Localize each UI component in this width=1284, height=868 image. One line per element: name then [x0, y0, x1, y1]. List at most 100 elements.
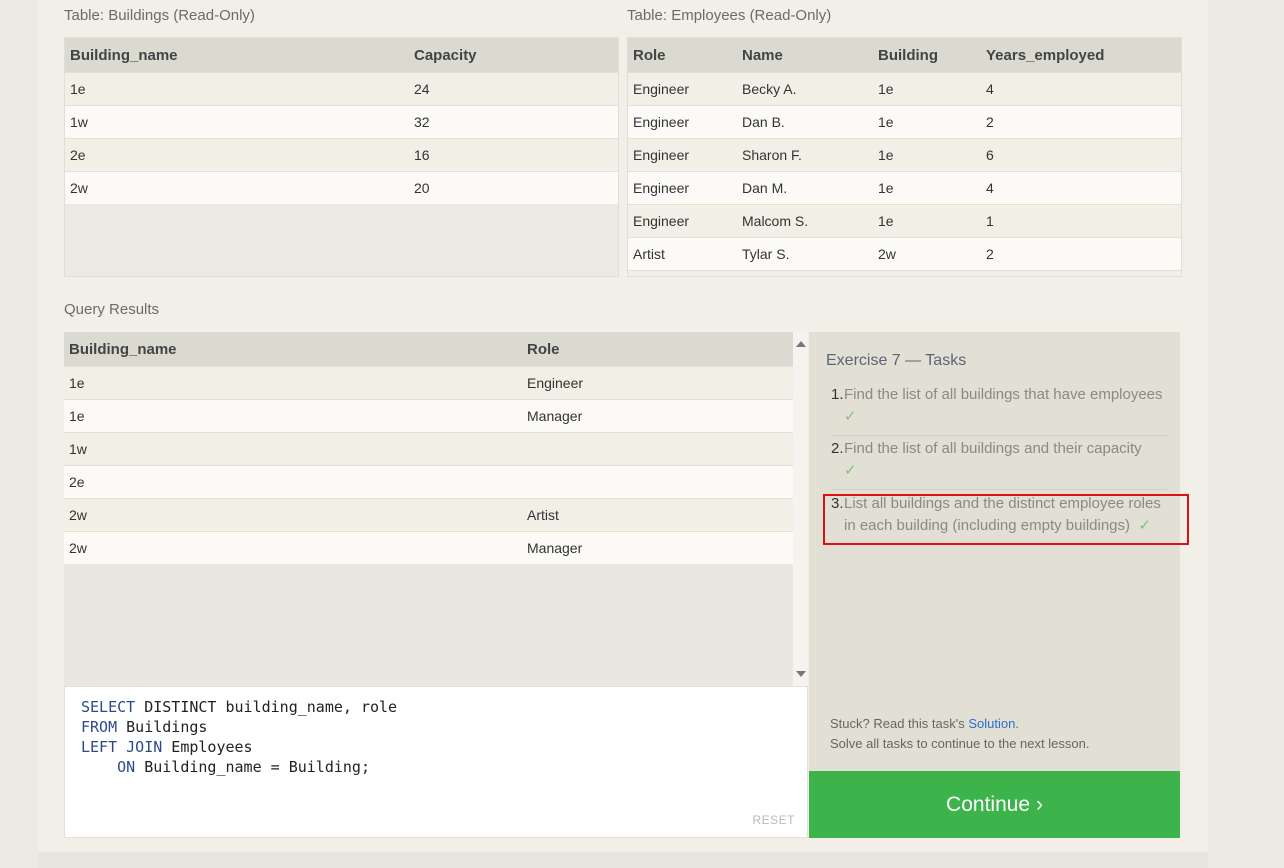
- table-row: 2w 20: [65, 171, 618, 204]
- table-row: Engineer Becky A. 1e 4: [628, 72, 1181, 106]
- task-item-2: 2. Find the list of all buildings and th…: [831, 438, 1167, 482]
- code-line: SELECT DISTINCT building_name, role: [81, 697, 397, 717]
- query-results-label: Query Results: [64, 301, 160, 318]
- code-text: Buildings: [117, 718, 208, 736]
- scroll-down-icon[interactable]: [796, 671, 806, 677]
- query-results-table[interactable]: Building_name Role 1e Engineer 1e Manager 1w 2…: [64, 332, 808, 686]
- table-cell: Artist: [628, 237, 737, 271]
- solution-link[interactable]: Solution: [968, 716, 1015, 731]
- code-keyword: ON: [81, 758, 136, 776]
- task-divider: [831, 489, 1167, 490]
- task-text: Find the list of all buildings that have…: [844, 386, 1163, 403]
- table-cell: 20: [409, 171, 618, 204]
- stuck-suffix: .: [1015, 716, 1019, 731]
- code-line: FROM Buildings: [81, 717, 397, 737]
- table-cell: Engineer: [628, 138, 737, 172]
- table-cell: 4: [981, 171, 1181, 205]
- table-cell: 24: [409, 72, 618, 106]
- table-cell: [522, 432, 793, 466]
- stuck-hint: Stuck? Read this task's Solution.: [830, 716, 1019, 731]
- column-header: Building_name: [65, 38, 409, 73]
- table-row: 1e Manager: [64, 399, 793, 433]
- table-cell: Malcom S.: [737, 204, 873, 238]
- table-cell: [522, 465, 793, 499]
- reset-button[interactable]: RESET: [752, 813, 795, 827]
- buildings-table-label: Table: Buildings (Read-Only): [64, 7, 255, 24]
- task-item-1: 1. Find the list of all buildings that h…: [831, 384, 1167, 428]
- code-text: DISTINCT building_name, role: [135, 698, 398, 716]
- table-cell: 2e: [65, 138, 409, 172]
- table-cell: 4: [981, 72, 1181, 106]
- table-row: Engineer Dan B. 1e 2: [628, 105, 1181, 139]
- table-cell: Engineer: [628, 105, 737, 139]
- table-cell: Artist: [628, 270, 737, 276]
- column-header: Capacity: [409, 38, 618, 73]
- code-keyword: LEFT JOIN: [81, 738, 163, 756]
- employees-table[interactable]: Role Name Building Years_employed Engineer B…: [627, 37, 1182, 277]
- table-cell: Engineer: [628, 72, 737, 106]
- column-header: Years_employed: [981, 38, 1181, 73]
- check-icon: ✓: [844, 462, 857, 479]
- tasks-panel: Exercise 7 — Tasks 1. Find the list of a…: [809, 332, 1180, 771]
- table-cell: Sherman D.: [737, 270, 873, 276]
- table-row: 1w: [64, 432, 793, 466]
- table-row: ArtistSherman D.2w8: [628, 270, 1181, 276]
- table-cell: 2w: [64, 531, 522, 564]
- table-cell: 2w: [873, 237, 981, 271]
- table-cell: 32: [409, 105, 618, 139]
- table-cell: 1e: [873, 72, 981, 106]
- code-line: LEFT JOIN Employees: [81, 737, 397, 757]
- column-header: Role: [522, 332, 793, 367]
- table-row: 1w 32: [65, 105, 618, 139]
- column-header: Name: [737, 38, 873, 73]
- table-cell: Tylar S.: [737, 237, 873, 271]
- table-cell: 2w: [65, 171, 409, 204]
- table-cell: 1e: [873, 171, 981, 205]
- tasks-title: Exercise 7 — Tasks: [826, 352, 967, 369]
- table-row: Engineer Dan M. 1e 4: [628, 171, 1181, 205]
- task-divider: [831, 435, 1167, 436]
- table-cell: 1e: [64, 399, 522, 433]
- task-text: Find the list of all buildings and their…: [844, 440, 1142, 457]
- sql-editor[interactable]: SELECT DISTINCT building_name, role FROM …: [64, 686, 808, 838]
- table-cell: 2e: [64, 465, 522, 499]
- task-number: 2.: [831, 440, 844, 457]
- table-cell: 1e: [65, 72, 409, 106]
- table-cell: Manager: [522, 531, 793, 564]
- table-cell: Artist: [522, 498, 793, 532]
- code-text: Employees: [162, 738, 253, 756]
- table-cell: Sharon F.: [737, 138, 873, 172]
- table-cell: 1w: [65, 105, 409, 139]
- table-cell: Dan M.: [737, 171, 873, 205]
- table-row: 2w Manager: [64, 531, 793, 564]
- table-cell: 2w: [64, 498, 522, 532]
- table-cell: 1e: [873, 138, 981, 172]
- table-cell: 16: [409, 138, 618, 172]
- check-icon: ✓: [844, 408, 857, 425]
- table-row: 2e: [64, 465, 793, 499]
- column-header: Role: [628, 38, 737, 73]
- table-cell: 6: [981, 138, 1181, 172]
- buildings-table: Building_name Capacity 1e 24 1w 32 2e 16 2w 20: [64, 37, 619, 277]
- table-cell: 1e: [873, 105, 981, 139]
- table-cell: Becky A.: [737, 72, 873, 106]
- column-header: Building: [873, 38, 981, 73]
- table-cell: 1e: [873, 204, 981, 238]
- table-cell: Manager: [522, 399, 793, 433]
- employees-table-label: Table: Employees (Read-Only): [627, 7, 832, 24]
- table-cell: 2: [981, 105, 1181, 139]
- table-cell: 2: [981, 237, 1181, 271]
- scroll-up-icon[interactable]: [796, 341, 806, 347]
- table-cell: Engineer: [628, 171, 737, 205]
- sql-code[interactable]: SELECT DISTINCT building_name, role FROM …: [81, 697, 397, 777]
- table-row: 2e 16: [65, 138, 618, 172]
- table-row: Artist Tylar S. 2w 2: [628, 237, 1181, 271]
- results-scrollbar[interactable]: [793, 332, 808, 686]
- table-row: 2w Artist: [64, 498, 793, 532]
- task-number: 1.: [831, 386, 844, 403]
- table-cell: 1e: [64, 366, 522, 400]
- table-cell: Dan B.: [737, 105, 873, 139]
- continue-button[interactable]: Continue ›: [809, 771, 1180, 838]
- code-line: ON Building_name = Building;: [81, 757, 397, 777]
- bottom-strip: [38, 852, 1208, 868]
